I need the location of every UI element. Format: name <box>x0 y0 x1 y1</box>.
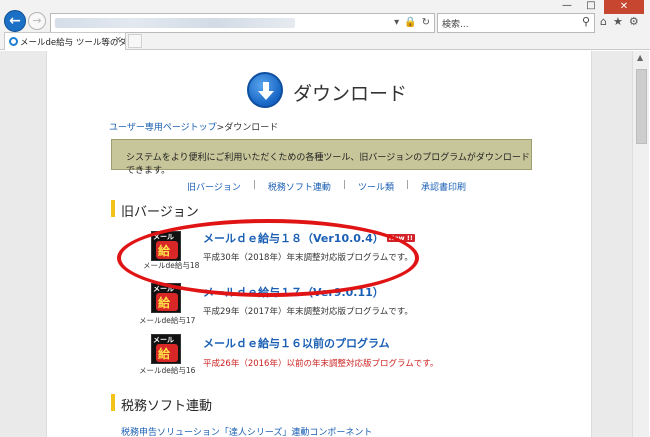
browser-tab[interactable]: メールde給与 ツール等のダウ... × <box>4 32 126 50</box>
page-viewport: ダウンロード ユーザー専用ページトップ>ダウンロード システムをより便利にご利用… <box>0 51 632 437</box>
product-17-icon[interactable]: メール 給 <box>151 283 181 313</box>
notice-box: システムをより便利にご利用いただくための各種ツール、旧バージョンのプログラムがダ… <box>111 139 532 176</box>
dropdown-icon[interactable]: ▾ <box>394 16 399 30</box>
product-16-icon[interactable]: メール 給 <box>151 334 181 364</box>
scroll-up-icon[interactable]: ▲ <box>637 53 643 62</box>
tax-software-link[interactable]: 税務申告ソリューション「達人シリーズ」連動コンポーネント <box>121 425 372 437</box>
home-icon[interactable]: ⌂ <box>600 15 607 28</box>
forward-button[interactable]: → <box>28 12 46 30</box>
product-18-caption: メールde給与18 <box>143 261 200 270</box>
icon-char: 給 <box>158 244 171 258</box>
product-16-caption: メールde給与16 <box>139 366 196 375</box>
window-close-button[interactable]: ✕ <box>604 0 644 14</box>
back-button[interactable]: ← <box>4 10 26 32</box>
vertical-scrollbar[interactable]: ▲ <box>632 51 649 437</box>
search-box[interactable]: 検索... ⚲ <box>437 13 595 33</box>
nav-old-version[interactable]: 旧バージョン <box>187 180 241 193</box>
icon-char: 給 <box>158 347 171 361</box>
section-nav: 旧バージョン | 税務ソフト連動 | ツール類 | 承認書印刷 <box>187 180 466 193</box>
lock-icon[interactable]: 🔒 <box>404 16 416 30</box>
arrow-right-icon: → <box>32 14 42 27</box>
product-18-title[interactable]: メールｄｅ給与１８（Ver10.0.4） <box>203 232 384 245</box>
new-tab-button[interactable] <box>128 34 142 48</box>
product-16-description: 平成26年（2016年）以前の年末調整対応版プログラムです。 <box>203 359 439 369</box>
maximize-button[interactable]: □ <box>580 0 602 11</box>
nav-tools[interactable]: ツール類 <box>358 180 394 193</box>
nav-tax-software[interactable]: 税務ソフト連動 <box>268 180 331 193</box>
section-marker <box>111 394 115 411</box>
browser-toolbar-icons: ⌂ ★ ⚙ <box>600 15 639 28</box>
icon-label: メール <box>153 233 174 241</box>
ie-page-icon <box>9 37 18 46</box>
breadcrumb-current: ダウンロード <box>224 123 279 133</box>
icon-label: メール <box>153 336 174 344</box>
minimize-button[interactable]: — <box>556 0 578 11</box>
product-18-description: 平成30年（2018年）年末調整対応版プログラムです。 <box>203 253 413 263</box>
nav-separator: | <box>252 180 256 190</box>
download-icon <box>247 72 283 108</box>
nav-separator: | <box>342 180 346 190</box>
favorites-star-icon[interactable]: ★ <box>613 15 623 28</box>
page-content: ダウンロード ユーザー専用ページトップ>ダウンロード システムをより便利にご利用… <box>46 51 592 437</box>
breadcrumb: ユーザー専用ページトップ>ダウンロード <box>109 120 278 133</box>
settings-gear-icon[interactable]: ⚙ <box>629 15 639 28</box>
refresh-icon[interactable]: ↻ <box>422 16 430 30</box>
section-marker <box>111 200 115 217</box>
icon-char: 給 <box>158 296 171 310</box>
product-17-title[interactable]: メールｄｅ給与１７（Ver9.0.11） <box>203 284 384 300</box>
section-heading-old-version: 旧バージョン <box>121 205 199 220</box>
product-17-caption: メールde給与17 <box>139 316 196 325</box>
address-icons: ▾ 🔒 ↻ <box>394 16 430 30</box>
nav-approval-print[interactable]: 承認書印刷 <box>421 180 466 193</box>
blurred-url <box>55 18 295 28</box>
breadcrumb-user-top-link[interactable]: ユーザー専用ページトップ <box>109 123 217 133</box>
tab-title: メールde給与 ツール等のダウ... <box>20 38 126 48</box>
scrollbar-thumb[interactable] <box>636 69 647 144</box>
product-17-description: 平成29年（2017年）年末調整対応版プログラムです。 <box>203 307 413 317</box>
product-16-title[interactable]: メールｄｅ給与１６以前のプログラム <box>203 335 390 351</box>
nav-separator: | <box>405 180 409 190</box>
arrow-left-icon: ← <box>9 13 21 29</box>
product-18-title-link[interactable]: メールｄｅ給与１８（Ver10.0.4） New !! <box>203 230 415 246</box>
search-icon[interactable]: ⚲ <box>582 15 590 28</box>
section-heading-tax-software: 税務ソフト連動 <box>121 399 213 414</box>
icon-label: メール <box>153 285 174 293</box>
new-badge: New !! <box>386 234 415 242</box>
browser-chrome: ← → ▾ 🔒 ↻ 検索... ⚲ ⌂ ★ ⚙ — □ ✕ メールde給与 ツー… <box>0 0 650 50</box>
product-18-icon[interactable]: メール 給 <box>151 231 181 261</box>
address-bar[interactable]: ▾ 🔒 ↻ <box>50 13 435 33</box>
search-placeholder: 検索... <box>442 20 469 30</box>
page-title: ダウンロード <box>293 83 408 105</box>
tab-close-icon[interactable]: × <box>114 35 122 45</box>
